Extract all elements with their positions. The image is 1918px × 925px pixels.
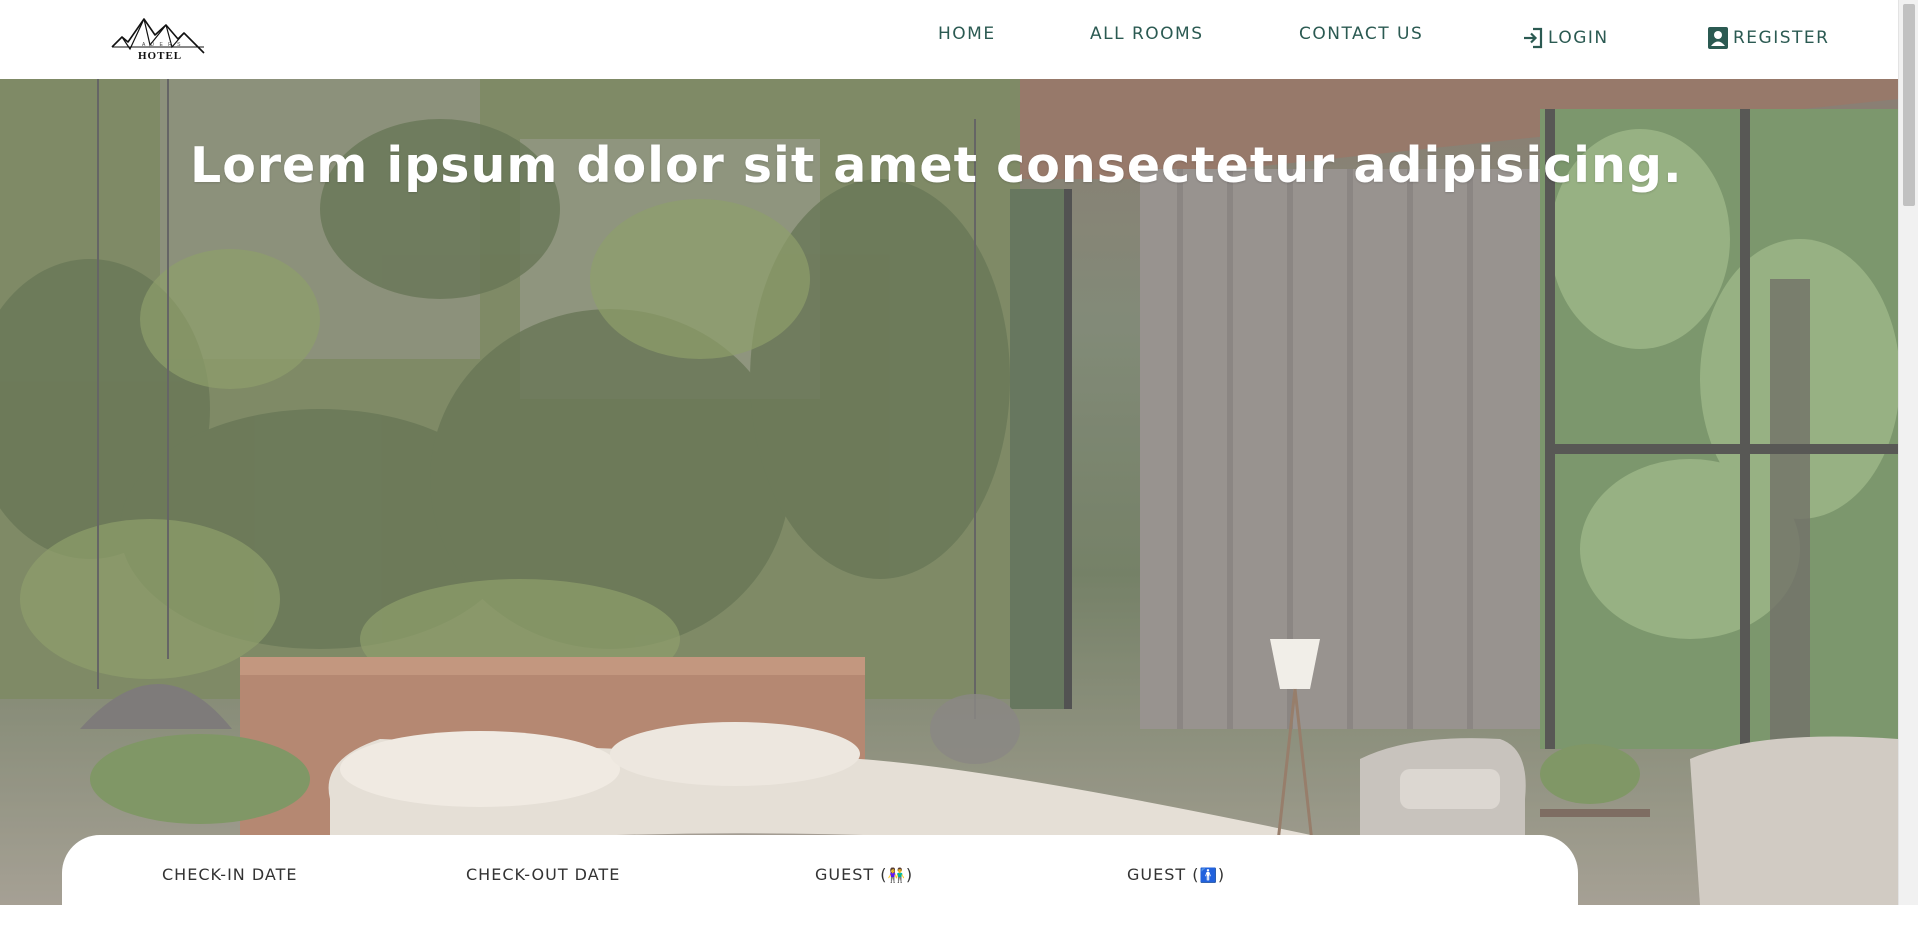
child-icon: 🚹: [1199, 868, 1218, 884]
hero-section: Lorem ipsum dolor sit amet consectetur a…: [0, 79, 1898, 905]
nav-register-link[interactable]: REGISTER: [1706, 26, 1829, 50]
checkout-date-label[interactable]: CHECK-OUT DATE: [466, 865, 620, 884]
guest-adult-suffix: ): [905, 865, 914, 884]
nav-home-link[interactable]: HOME: [938, 24, 996, 44]
logo-subtext: A D E R S: [142, 42, 183, 48]
adults-icon: 👫: [887, 868, 906, 884]
checkin-date-label[interactable]: CHECK-IN DATE: [162, 865, 297, 884]
booking-panel: CHECK-IN DATE CHECK-OUT DATE GUEST (👫) G…: [62, 835, 1578, 925]
guest-child-prefix: GUEST (: [1127, 865, 1200, 884]
nav-register-label: REGISTER: [1733, 28, 1830, 48]
nav-contact-link[interactable]: CONTACT US: [1299, 24, 1423, 44]
nav-login-link[interactable]: LOGIN: [1521, 26, 1609, 50]
logo-text: HOTEL: [138, 50, 183, 62]
top-navbar: A D E R S HOTEL HOME ALL ROOMS CONTACT U…: [0, 0, 1898, 79]
hero-title: Lorem ipsum dolor sit amet consectetur a…: [190, 137, 1683, 194]
guest-adult-prefix: GUEST (: [815, 865, 888, 884]
hero-overlay: [0, 79, 1898, 905]
nav-all-rooms-link[interactable]: ALL ROOMS: [1090, 24, 1204, 44]
page-scrollbar[interactable]: [1898, 0, 1918, 905]
nav-login-label: LOGIN: [1548, 28, 1609, 48]
guest-child-suffix: ): [1217, 865, 1226, 884]
scrollbar-thumb[interactable]: [1903, 4, 1915, 206]
login-icon: [1524, 27, 1543, 49]
guest-child-label[interactable]: GUEST (🚹): [1127, 865, 1225, 884]
user-badge-icon: [1708, 27, 1728, 49]
guest-adult-label[interactable]: GUEST (👫): [815, 865, 913, 884]
